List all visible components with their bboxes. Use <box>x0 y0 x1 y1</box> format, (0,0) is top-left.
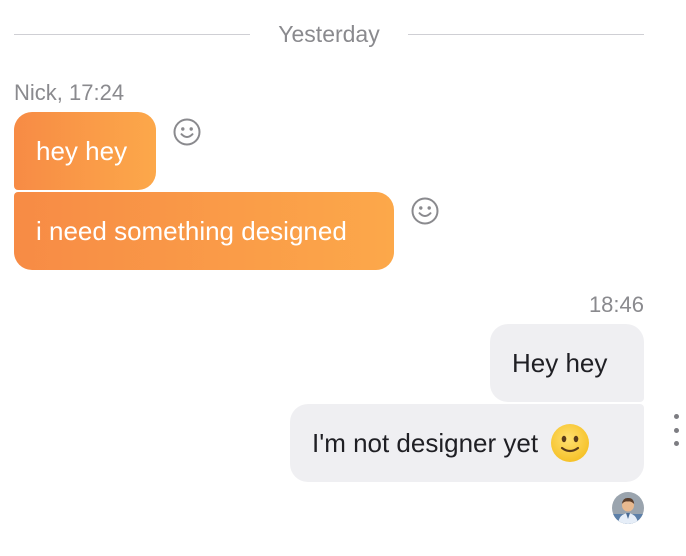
slightly-smiling-face-emoji <box>551 424 590 462</box>
sender-name-time: Nick, 17:24 <box>14 80 125 105</box>
incoming-message-bubble[interactable]: hey hey <box>14 112 156 190</box>
divider-line-left <box>14 33 251 35</box>
date-divider: Yesterday <box>14 18 645 50</box>
outgoing-timestamp: 18:46 <box>588 292 644 317</box>
message-text: hey hey <box>36 135 128 166</box>
outgoing-message-bubble[interactable]: Hey hey <box>490 324 644 402</box>
divider-line-right <box>407 33 645 35</box>
smiley-outline-icon[interactable] <box>172 117 202 147</box>
message-text: Hey hey <box>512 347 608 378</box>
user-avatar[interactable] <box>612 492 644 524</box>
vertical-ellipsis-icon[interactable] <box>666 414 686 446</box>
outgoing-message-bubble[interactable]: I'm not designer yet <box>290 404 644 482</box>
smiley-outline-icon[interactable] <box>410 196 440 226</box>
message-text: i need something designed <box>36 215 347 246</box>
date-divider-label: Yesterday <box>278 20 380 47</box>
incoming-message-bubble[interactable]: i need something designed <box>14 192 394 270</box>
message-text: I'm not designer yet <box>312 427 539 458</box>
